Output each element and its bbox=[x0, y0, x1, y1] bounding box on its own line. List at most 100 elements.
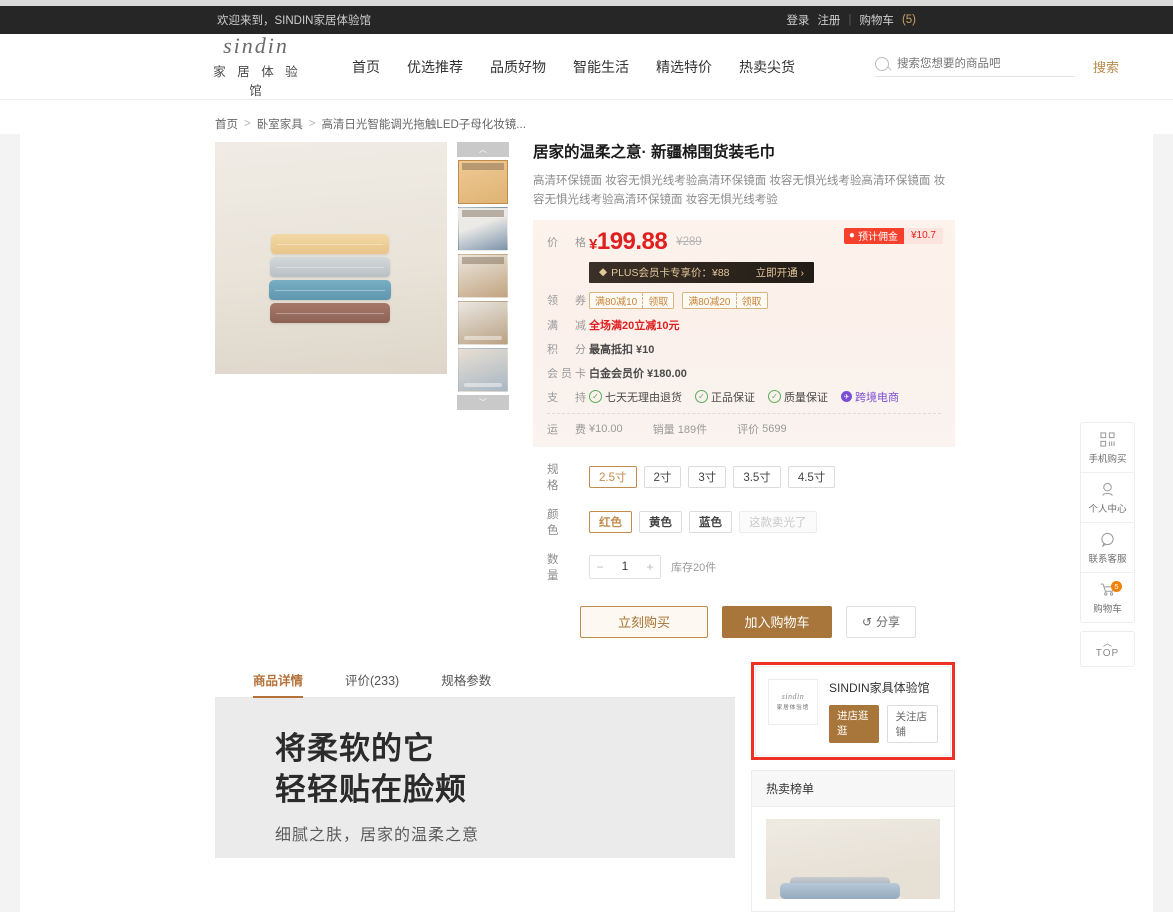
visit-shop-button[interactable]: 进店逛逛 bbox=[829, 704, 879, 743]
rail-item-mobile-purchase[interactable]: 手机购买 bbox=[1081, 423, 1134, 473]
nav-item-recommend[interactable]: 优选推荐 bbox=[407, 57, 463, 77]
coin-icon: ● bbox=[848, 230, 855, 242]
spec-option-0[interactable]: 2.5寸 bbox=[589, 465, 637, 488]
left-gutter bbox=[0, 134, 20, 912]
spec-row: 规 格 2.5寸 2寸 3寸 3.5寸 4.5寸 bbox=[547, 461, 955, 493]
shipping-label: 运 费 bbox=[547, 423, 589, 436]
qrcode-icon bbox=[1100, 431, 1115, 448]
thumbnail-scroll-down-button[interactable]: ﹀ bbox=[457, 395, 509, 410]
quantity-stepper: − + bbox=[589, 554, 661, 579]
color-option-yellow[interactable]: 黄色 bbox=[639, 510, 682, 533]
discount-label: 满 减 bbox=[547, 319, 589, 332]
spec-option-1[interactable]: 2寸 bbox=[643, 465, 682, 488]
login-link[interactable]: 登录 bbox=[786, 12, 809, 28]
thumbnail-2[interactable] bbox=[458, 207, 508, 251]
cart-link[interactable]: 购物车 bbox=[859, 12, 894, 28]
add-to-cart-button[interactable]: 加入购物车 bbox=[722, 605, 832, 638]
coupon-2-claim[interactable]: 领取 bbox=[735, 292, 767, 308]
breadcrumb-category[interactable]: 卧室家具 bbox=[257, 116, 303, 132]
nav-item-specials[interactable]: 精选特价 bbox=[656, 57, 712, 77]
product-info: 居家的温柔之意· 新疆棉围货装毛巾 高清环保镜面 妆容无惧光线考验高清环保镜面 … bbox=[511, 142, 955, 638]
color-option-red[interactable]: 红色 bbox=[589, 510, 632, 533]
plus-activate-link[interactable]: 立即开通 › bbox=[756, 265, 804, 280]
buy-now-button[interactable]: 立刻购买 bbox=[580, 605, 708, 638]
share-button[interactable]: ↺ 分享 bbox=[846, 605, 916, 638]
thumbnail-5[interactable] bbox=[458, 348, 508, 392]
product-main-image[interactable] bbox=[215, 142, 447, 374]
thumbnail-4[interactable] bbox=[458, 301, 508, 345]
check-icon: ✓ bbox=[695, 390, 708, 404]
spec-option-4[interactable]: 4.5寸 bbox=[787, 465, 836, 488]
quantity-row: 数 量 − + 库存20件 bbox=[547, 551, 955, 583]
rail-item-cart[interactable]: 5 购物车 bbox=[1081, 573, 1134, 622]
search-bar bbox=[875, 56, 1075, 77]
product-title: 居家的温柔之意· 新疆棉围货装毛巾 bbox=[533, 144, 775, 161]
support-item-cross-border: ✈ 跨境电商 bbox=[841, 389, 899, 405]
search-button[interactable]: 搜索 bbox=[1093, 57, 1119, 76]
tab-specifications[interactable]: 规格参数 bbox=[441, 661, 491, 697]
quantity-input[interactable] bbox=[610, 555, 640, 578]
tab-reviews[interactable]: 评价(233) bbox=[345, 661, 399, 697]
spec-option-2[interactable]: 3寸 bbox=[688, 465, 727, 488]
commission-badge: ● 预计佣金 ¥10.7 bbox=[843, 227, 943, 244]
main-nav: 首页 优选推荐 品质好物 智能生活 精选特价 热卖尖货 bbox=[352, 57, 795, 77]
coupon-1-value: 满80减10 bbox=[590, 292, 643, 308]
color-option-soldout: 这款卖光了 bbox=[739, 510, 817, 533]
sales-value: 189件 bbox=[677, 423, 708, 436]
site-logo[interactable]: sindin 家 居 体 验 馆 bbox=[200, 34, 312, 98]
product-price: ¥199.88 bbox=[589, 227, 668, 255]
thumbnail-3[interactable] bbox=[458, 254, 508, 298]
detail-heading-line-1: 将柔软的它 bbox=[275, 730, 435, 766]
nav-item-smart-life[interactable]: 智能生活 bbox=[573, 57, 629, 77]
coupon-1-claim[interactable]: 领取 bbox=[642, 292, 674, 308]
rail-label-cart: 购物车 bbox=[1093, 603, 1122, 615]
browser-chrome-sliver bbox=[0, 0, 1173, 6]
color-row: 颜 色 红色 黄色 蓝色 这款卖光了 bbox=[547, 506, 955, 538]
lower-section: 商品详情 评价(233) 规格参数 将柔软的它 轻轻贴在脸颊 细腻之肤，居家的温… bbox=[215, 661, 955, 912]
support-cross-border-text: 跨境电商 bbox=[855, 391, 899, 404]
points-label: 积 分 bbox=[547, 343, 589, 356]
nav-item-hot-items[interactable]: 热卖尖货 bbox=[739, 57, 795, 77]
nav-item-home[interactable]: 首页 bbox=[352, 57, 380, 77]
commission-label-text: 预计佣金 bbox=[857, 232, 898, 244]
rail-label-mobile-purchase: 手机购买 bbox=[1088, 453, 1127, 465]
follow-shop-button[interactable]: 关注店铺 bbox=[886, 704, 938, 743]
hot-ranking-title: 热卖榜单 bbox=[752, 770, 954, 807]
thumbnail-scroll-up-button[interactable]: ︿ bbox=[457, 142, 509, 157]
coupon-tag-1[interactable]: 满80减10 领取 bbox=[589, 291, 675, 309]
nav-item-quality[interactable]: 品质好物 bbox=[490, 57, 546, 77]
back-to-top-label: TOP bbox=[1095, 648, 1120, 659]
thumbnail-1[interactable] bbox=[458, 160, 508, 204]
hot-ranking-item-image[interactable] bbox=[766, 818, 940, 899]
quantity-increase-button[interactable]: + bbox=[640, 555, 660, 578]
tab-product-detail[interactable]: 商品详情 bbox=[253, 661, 304, 699]
detail-column: 商品详情 评价(233) 规格参数 将柔软的它 轻轻贴在脸颊 细腻之肤，居家的温… bbox=[215, 661, 735, 858]
diamond-icon: ◆ bbox=[599, 266, 608, 279]
stock-text: 库存20件 bbox=[671, 561, 717, 574]
user-icon bbox=[1100, 481, 1115, 498]
color-option-blue[interactable]: 蓝色 bbox=[689, 510, 732, 533]
points-text: 最高抵扣 ¥10 bbox=[589, 343, 655, 356]
register-link[interactable]: 注册 bbox=[817, 12, 840, 28]
sales-label: 销量 bbox=[652, 423, 675, 436]
support-genuine-text: 正品保证 bbox=[711, 391, 755, 404]
spec-option-3[interactable]: 3.5寸 bbox=[733, 465, 781, 488]
original-price: ¥289 bbox=[676, 235, 702, 248]
back-to-top-button[interactable]: ︿ TOP bbox=[1080, 631, 1135, 667]
search-input[interactable] bbox=[895, 56, 1059, 71]
welcome-text: 欢迎来到，SINDIN家居体验馆 bbox=[217, 15, 371, 27]
price-value: 199.88 bbox=[596, 227, 668, 255]
quantity-decrease-button[interactable]: − bbox=[590, 555, 610, 578]
coupon-tag-2[interactable]: 满80减20 领取 bbox=[682, 291, 768, 309]
breadcrumb: 首页 > 卧室家具 > 高清日光智能调光拖触LED子母化妆镜... bbox=[215, 110, 955, 142]
plus-membership-banner[interactable]: ◆ PLUS会员卡专享价：¥88 立即开通 › bbox=[589, 261, 814, 283]
search-icon bbox=[875, 56, 889, 71]
support-item-genuine: ✓ 正品保证 bbox=[695, 389, 755, 405]
product-actions: 立刻购买 加入购物车 ↺ 分享 bbox=[533, 596, 955, 638]
breadcrumb-home[interactable]: 首页 bbox=[215, 116, 238, 132]
cart-count-badge: (5) bbox=[901, 14, 916, 26]
rail-item-user-center[interactable]: 个人中心 bbox=[1081, 473, 1134, 523]
product-gallery: ︿ ﹀ bbox=[215, 142, 511, 638]
rail-item-customer-service[interactable]: 联系客服 bbox=[1081, 523, 1134, 573]
thumbnail-strip: ︿ ﹀ bbox=[455, 142, 511, 638]
